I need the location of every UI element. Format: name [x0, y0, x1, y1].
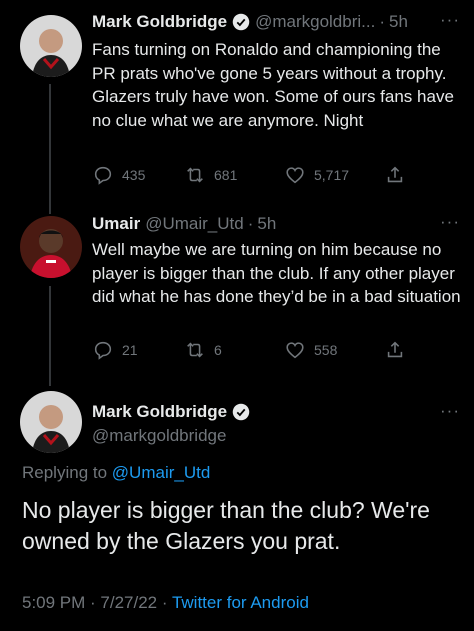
separator-dot: · [379, 12, 385, 31]
handle[interactable]: @Umair_Utd [145, 214, 244, 234]
like-count: 558 [314, 342, 338, 358]
reply-count: 435 [122, 167, 146, 183]
source-link[interactable]: Twitter for Android [172, 593, 309, 612]
avatar[interactable] [20, 391, 82, 453]
main-tweet-text: No player is bigger than the club? We're… [22, 497, 430, 554]
share-button[interactable] [384, 164, 414, 186]
verified-badge-icon [232, 13, 250, 31]
tweet-text: Fans turning on Ronaldo and championing … [92, 40, 454, 130]
tweet-2[interactable]: Umair @Umair_Utd · 5h ··· Well maybe we … [0, 200, 474, 385]
like-button[interactable]: 558 [284, 339, 384, 361]
reply-icon [94, 166, 112, 185]
like-icon [286, 342, 304, 359]
tweet-meta: 5:09 PM · 7/27/22 · Twitter for Android [22, 593, 309, 613]
main-tweet[interactable]: Mark Goldbridge @markgoldbridge ··· Repl… [0, 385, 474, 631]
more-icon[interactable]: ··· [440, 401, 460, 421]
replying-to: Replying to @Umair_Utd [22, 463, 210, 483]
handle[interactable]: @markgoldbri... [255, 12, 375, 32]
retweet-icon [187, 167, 203, 183]
more-icon[interactable]: ··· [440, 10, 460, 30]
display-name[interactable]: Umair [92, 214, 140, 234]
avatar[interactable] [20, 15, 82, 77]
tweet-actions: 21 6 558 [92, 338, 414, 362]
replying-to-link[interactable]: @Umair_Utd [112, 463, 211, 482]
display-name[interactable]: Mark Goldbridge [92, 402, 227, 422]
retweet-count: 681 [214, 167, 238, 183]
like-button[interactable]: 5,717 [284, 164, 384, 186]
share-icon [387, 341, 403, 358]
tweet-header: Mark Goldbridge [92, 401, 250, 423]
retweet-button[interactable]: 6 [184, 339, 284, 361]
tweet-1[interactable]: Mark Goldbridge @markgoldbri... · 5h ···… [0, 0, 474, 200]
tweet-header: Umair @Umair_Utd · 5h [92, 213, 276, 235]
timestamp[interactable]: 5h [389, 12, 408, 32]
reply-icon [94, 341, 112, 360]
verified-badge-icon [232, 403, 250, 421]
share-icon [387, 166, 403, 183]
replying-to-label: Replying to [22, 463, 108, 482]
share-button[interactable] [384, 339, 414, 361]
datetime[interactable]: 5:09 PM · 7/27/22 · [22, 593, 172, 612]
separator-dot: · [247, 214, 254, 233]
like-icon [286, 167, 304, 184]
tweet-actions: 435 681 5,717 [92, 163, 414, 187]
like-count: 5,717 [314, 167, 350, 183]
reply-count: 21 [122, 342, 138, 358]
display-name[interactable]: Mark Goldbridge [92, 12, 227, 32]
timestamp[interactable]: 5h [257, 214, 276, 234]
avatar[interactable] [20, 216, 82, 278]
reply-button[interactable]: 435 [92, 164, 184, 186]
handle[interactable]: @markgoldbridge [92, 426, 226, 446]
reply-button[interactable]: 21 [92, 339, 184, 361]
retweet-icon [187, 342, 203, 358]
tweet-header: Mark Goldbridge @markgoldbri... · 5h [92, 11, 408, 33]
retweet-button[interactable]: 681 [184, 164, 284, 186]
tweet-text: Well maybe we are turning on him because… [92, 240, 461, 306]
more-icon[interactable]: ··· [440, 212, 460, 232]
handle-row: @markgoldbridge [92, 425, 226, 447]
retweet-count: 6 [214, 342, 222, 358]
